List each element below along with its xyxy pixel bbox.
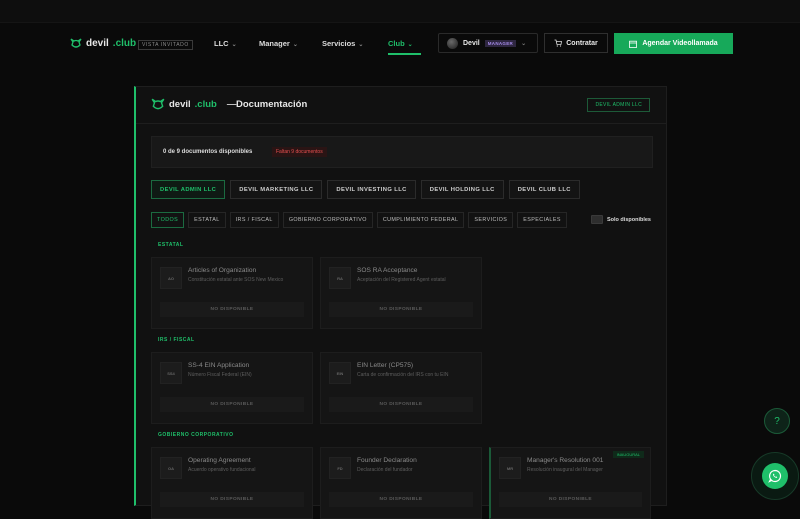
llc-tab-investing[interactable]: DEVIL INVESTING LLC [327, 180, 416, 199]
llc-tab-holding[interactable]: DEVIL HOLDING LLC [420, 180, 504, 199]
chevron-down-icon: ⌄ [292, 42, 298, 48]
llc-selector: DEVIL ADMIN LLC DEVIL MARKETING LLC DEVI… [151, 180, 580, 199]
document-code-icon: MR [499, 457, 521, 479]
nav-manager-label: Manager [259, 39, 290, 48]
document-card: AO Articles of Organization Constitución… [151, 257, 313, 329]
document-title: Articles of Organization [188, 267, 257, 274]
document-card: INAUGURAL MR Manager's Resolution 001 Re… [489, 447, 651, 519]
document-subtitle: Resolución inaugural del Manager [527, 467, 603, 473]
document-title: SS-4 EIN Application [188, 362, 250, 369]
section-estatal-heading: ESTATAL [158, 242, 184, 248]
document-subtitle: Constitución estatal ante SOS New Mexico [188, 277, 284, 283]
inaugural-badge: INAUGURAL [612, 451, 644, 458]
top-nav: devil .club VISTA INVITADO LLC ⌄ Manager ⌄ … [0, 22, 800, 66]
tab-irs-fiscal[interactable]: IRS / FISCAL [229, 212, 279, 228]
tab-gobierno-corporativo[interactable]: GOBIERNO CORPORATIVO [282, 212, 373, 228]
brand-logo[interactable]: devil .club [70, 38, 136, 49]
document-card: EIN EIN Letter (CP575) Carta de confirma… [320, 352, 482, 424]
llc-tab-marketing[interactable]: DEVIL MARKETING LLC [230, 180, 323, 199]
document-code-icon: FD [329, 457, 351, 479]
brand-name: devil [86, 38, 109, 49]
cart-icon [554, 39, 563, 47]
solo-disponibles-toggle[interactable]: Solo disponibles [590, 215, 651, 224]
solo-disponibles-label: Solo disponibles [606, 216, 651, 223]
question-icon: ? [774, 415, 780, 427]
tab-cumplimiento-federal[interactable]: CUMPLIMIENTO FEDERAL [376, 212, 465, 228]
document-title: Manager's Resolution 001 [527, 457, 604, 464]
role-badge: MANAGER [484, 39, 517, 47]
unavailable-button[interactable]: NO DISPONIBLE [329, 397, 473, 412]
document-subtitle: Carta de confirmación del IRS con tu EIN [357, 372, 449, 378]
document-card: OA Operating Agreement Acuerdo operativo… [151, 447, 313, 519]
tab-servicios[interactable]: SERVICIOS [468, 212, 514, 228]
guest-view-badge: VISTA INVITADO [138, 40, 193, 50]
chevron-down-icon: ⌄ [521, 40, 527, 47]
nav-manager[interactable]: Manager ⌄ [259, 39, 298, 48]
schedule-call-button[interactable]: Agendar Videollamada [614, 33, 733, 54]
panel-header: devil .club — Documentación DEVIL ADMIN L… [136, 87, 666, 124]
toggle-checkbox[interactable] [590, 215, 603, 224]
chevron-down-icon: ⌄ [231, 42, 237, 48]
schedule-call-label: Agendar Videollamada [642, 40, 718, 47]
document-code-icon: EIN [329, 362, 351, 384]
document-title: Operating Agreement [188, 457, 251, 464]
document-title: SOS RA Acceptance [357, 267, 418, 274]
tab-estatal[interactable]: ESTATAL [188, 212, 226, 228]
page-title: Documentación [236, 99, 308, 110]
nav-llc[interactable]: LLC ⌄ [214, 39, 237, 48]
llc-tab-club[interactable]: DEVIL CLUB LLC [508, 180, 580, 199]
document-subtitle: Declaración del fundador [357, 467, 413, 473]
documents-summary: 0 de 9 documentos disponibles Faltan 9 d… [151, 136, 653, 168]
section-irs-heading: IRS / FISCAL [158, 337, 195, 343]
documents-panel: devil .club — Documentación DEVIL ADMIN L… [134, 86, 667, 519]
document-code-icon: SS4 [160, 362, 182, 384]
devil-logo-icon [151, 98, 165, 110]
document-title: Founder Declaration [357, 457, 417, 464]
panel-brand-name: devil [169, 99, 191, 110]
nav-servicios-label: Servicios [322, 39, 356, 48]
unavailable-button[interactable]: NO DISPONIBLE [160, 302, 304, 317]
section-gobierno-heading: GOBIERNO CORPORATIVO [158, 432, 234, 438]
nav-servicios[interactable]: Servicios ⌄ [322, 39, 363, 48]
panel-brand-tld: .club [194, 99, 217, 110]
document-card: RA SOS RA Acceptance Aceptación del Regi… [320, 257, 482, 329]
chevron-down-icon: ⌄ [407, 42, 413, 48]
missing-documents-badge: Faltan 9 documentos [272, 147, 327, 157]
brand-tld: .club [112, 38, 137, 49]
help-button[interactable]: ? [764, 408, 790, 434]
llc-tab-admin[interactable]: DEVIL ADMIN LLC [151, 180, 226, 199]
tab-especiales[interactable]: ESPECIALES [517, 212, 567, 228]
document-code-icon: OA [160, 457, 182, 479]
contratar-label: Contratar [566, 39, 598, 47]
devil-logo-icon [70, 38, 82, 48]
calendar-icon [629, 40, 638, 48]
documents-count: 0 de 9 documentos disponibles [163, 149, 253, 155]
nav-club-label: Club [388, 39, 405, 48]
unavailable-button[interactable]: NO DISPONIBLE [329, 302, 473, 317]
chevron-down-icon: ⌄ [358, 42, 364, 48]
document-subtitle: Aceptación del Registered Agent estatal [357, 277, 446, 283]
nav-club[interactable]: Club ⌄ [388, 39, 421, 55]
category-tabs: TODOS ESTATAL IRS / FISCAL GOBIERNO CORP… [151, 212, 567, 228]
whatsapp-icon [762, 463, 788, 489]
top-strip [0, 0, 800, 23]
document-card: SS4 SS-4 EIN Application Número Fiscal F… [151, 352, 313, 424]
document-subtitle: Número Fiscal Federal (EIN) [188, 372, 252, 378]
title-separator: — [226, 99, 237, 110]
tab-todos[interactable]: TODOS [151, 212, 185, 228]
whatsapp-button[interactable] [751, 452, 799, 500]
document-card: FD Founder Declaration Declaración del f… [320, 447, 482, 519]
unavailable-button[interactable]: NO DISPONIBLE [160, 397, 304, 412]
document-code-icon: RA [329, 267, 351, 289]
avatar [447, 37, 458, 49]
selected-llc-tag: DEVIL ADMIN LLC [587, 98, 650, 112]
panel-brand: devil .club — [151, 98, 236, 111]
document-code-icon: AO [160, 267, 182, 289]
document-title: EIN Letter (CP575) [357, 362, 414, 369]
nav-llc-label: LLC [214, 39, 229, 48]
contratar-button[interactable]: Contratar [544, 33, 608, 53]
user-menu[interactable]: Devil MANAGER ⌄ [438, 33, 538, 53]
user-name: Devil [463, 39, 480, 47]
document-subtitle: Acuerdo operativo fundacional [188, 467, 256, 473]
